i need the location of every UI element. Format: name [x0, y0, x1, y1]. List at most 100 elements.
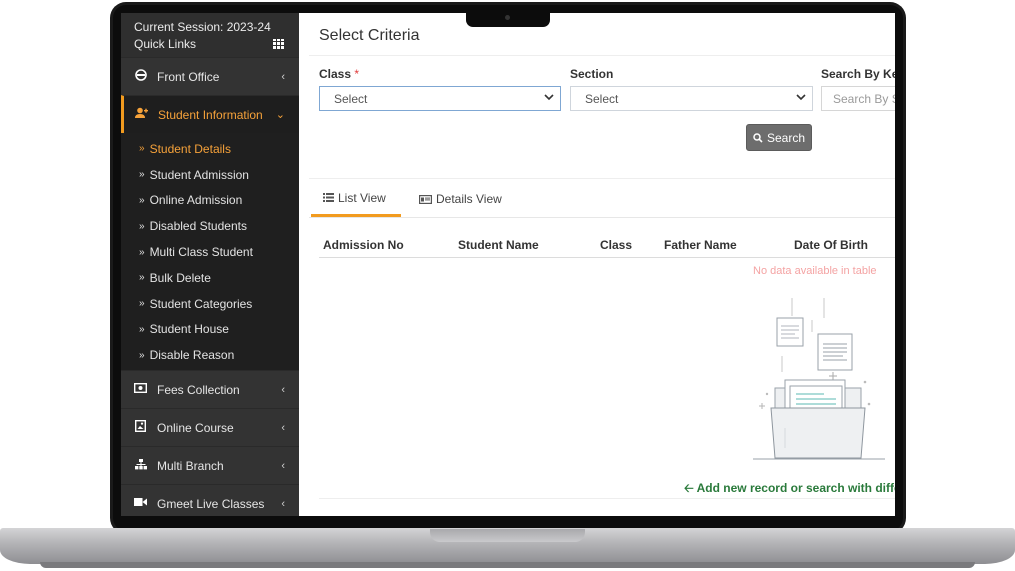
user-plus-icon	[135, 107, 148, 122]
add-new-record-label: Add new record or search with differe	[696, 481, 895, 495]
divider	[309, 217, 895, 218]
column-student-name[interactable]: Student Name	[458, 238, 539, 252]
submenu-student-details[interactable]: » Student Details	[121, 136, 299, 162]
quick-links[interactable]: Quick Links	[134, 35, 286, 52]
table-header-divider	[319, 257, 895, 258]
chevron-left-icon: ‹	[281, 70, 285, 83]
class-select-value: Select	[334, 92, 368, 106]
sidebar-item-label: Online Course	[157, 420, 234, 435]
double-chevron-icon: »	[139, 143, 145, 155]
quick-links-label: Quick Links	[134, 36, 197, 51]
list-icon	[323, 193, 334, 202]
search-icon	[753, 132, 763, 143]
submenu-label: Multi Class Student	[149, 245, 253, 260]
sidebar-item-fees-collection[interactable]: Fees Collection ‹	[121, 370, 299, 409]
sidebar-item-front-office[interactable]: Front Office ‹	[121, 57, 299, 95]
section-label: Section	[570, 67, 614, 81]
double-chevron-icon: »	[139, 220, 145, 232]
current-session: Current Session: 2023-24	[134, 19, 271, 34]
page-title: Select Criteria	[319, 27, 420, 44]
camera-icon	[505, 15, 510, 20]
screen: Current Session: 2023-24 Quick Links Fro…	[121, 13, 895, 516]
video-camera-icon	[134, 497, 147, 510]
sidebar-item-student-information[interactable]: Student Information ⌄	[121, 95, 299, 133]
submenu-bulk-delete[interactable]: » Bulk Delete	[121, 265, 299, 291]
class-label-text: Class	[319, 67, 352, 81]
double-chevron-icon: »	[139, 349, 145, 361]
session-box: Current Session: 2023-24 Quick Links	[121, 13, 299, 57]
column-admission-no[interactable]: Admission No	[323, 238, 404, 252]
submenu-label: Disable Reason	[149, 348, 235, 363]
submenu-label: Student Admission	[149, 167, 249, 182]
chevron-left-icon: ‹	[281, 421, 285, 434]
submenu-label: Student Categories	[149, 296, 253, 311]
keyword-placeholder: Search By S	[833, 92, 895, 106]
sidebar-item-label: Front Office	[157, 69, 220, 84]
submenu-label: Student Details	[149, 141, 231, 156]
add-new-record-link[interactable]: 🡠 Add new record or search with differe	[684, 479, 895, 500]
tab-label: Details View	[436, 192, 502, 206]
search-button-label: Search	[766, 130, 806, 145]
chevron-left-icon: ‹	[281, 383, 285, 396]
sidebar: Current Session: 2023-24 Quick Links Fro…	[121, 13, 299, 516]
chevron-left-icon: ‹	[281, 497, 285, 510]
chevron-down-icon	[544, 93, 554, 104]
submenu-multi-class-student[interactable]: » Multi Class Student	[121, 239, 299, 265]
file-image-icon	[134, 420, 147, 435]
required-mark: *	[354, 67, 360, 81]
sitemap-icon	[134, 458, 147, 473]
submenu-label: Online Admission	[149, 193, 243, 208]
submenu-student-categories[interactable]: » Student Categories	[121, 291, 299, 317]
empty-table-message: No data available in table	[753, 265, 877, 277]
submenu-label: Disabled Students	[149, 219, 247, 234]
submenu-online-admission[interactable]: » Online Admission	[121, 188, 299, 214]
double-chevron-icon: »	[139, 298, 145, 310]
student-information-submenu: » Student Details » Student Admission » Onl…	[121, 133, 299, 371]
sidebar-item-multi-branch[interactable]: Multi Branch ‹	[121, 446, 299, 485]
class-select[interactable]: Select	[319, 86, 561, 111]
double-chevron-icon: »	[139, 246, 145, 258]
submenu-student-house[interactable]: » Student House	[121, 317, 299, 343]
divider	[309, 55, 895, 56]
submenu-label: Bulk Delete	[149, 270, 211, 285]
submenu-student-admission[interactable]: » Student Admission	[121, 162, 299, 188]
sidebar-item-label: Multi Branch	[157, 458, 224, 473]
front-office-icon	[134, 69, 147, 84]
submenu-disabled-students[interactable]: » Disabled Students	[121, 213, 299, 239]
chevron-down-icon: ⌄	[275, 109, 285, 121]
main-content: Select Criteria Class * Select Section S…	[299, 13, 895, 516]
class-label: Class *	[319, 67, 359, 81]
section-select[interactable]: Select	[570, 86, 813, 111]
column-father-name[interactable]: Father Name	[664, 238, 737, 252]
keyword-search-input[interactable]: Search By S	[821, 86, 895, 111]
sidebar-item-label: Gmeet Live Classes	[157, 496, 265, 511]
double-chevron-icon: »	[139, 272, 145, 284]
search-button[interactable]: Search	[746, 124, 812, 151]
id-card-icon	[419, 194, 432, 204]
money-icon	[133, 383, 148, 396]
submenu-label: Student House	[149, 322, 229, 337]
chevron-left-icon: ‹	[281, 459, 285, 472]
column-date-of-birth[interactable]: Date Of Birth	[794, 238, 868, 252]
column-class[interactable]: Class	[600, 238, 632, 252]
divider	[319, 498, 895, 499]
session-row[interactable]: Current Session: 2023-24	[134, 18, 286, 35]
laptop-base-shadow	[40, 562, 975, 568]
keyword-label: Search By Key	[821, 67, 895, 81]
double-chevron-icon: »	[139, 169, 145, 181]
sidebar-item-label: Fees Collection	[157, 382, 240, 397]
sidebar-item-online-course[interactable]: Online Course ‹	[121, 408, 299, 447]
section-select-value: Select	[585, 92, 619, 106]
submenu-disable-reason[interactable]: » Disable Reason	[121, 342, 299, 368]
double-chevron-icon: »	[139, 323, 145, 335]
sidebar-item-label: Student Information	[158, 107, 263, 122]
tab-details-view[interactable]: Details View	[419, 181, 502, 217]
double-chevron-icon: »	[139, 194, 145, 206]
empty-state-illustration	[753, 298, 885, 460]
tab-label: List View	[338, 190, 386, 205]
sidebar-item-gmeet-live-classes[interactable]: Gmeet Live Classes ‹	[121, 484, 299, 516]
chevron-down-icon	[796, 93, 806, 104]
laptop-hinge	[430, 529, 585, 542]
tab-list-view[interactable]: List View	[311, 181, 401, 217]
divider	[309, 178, 895, 179]
